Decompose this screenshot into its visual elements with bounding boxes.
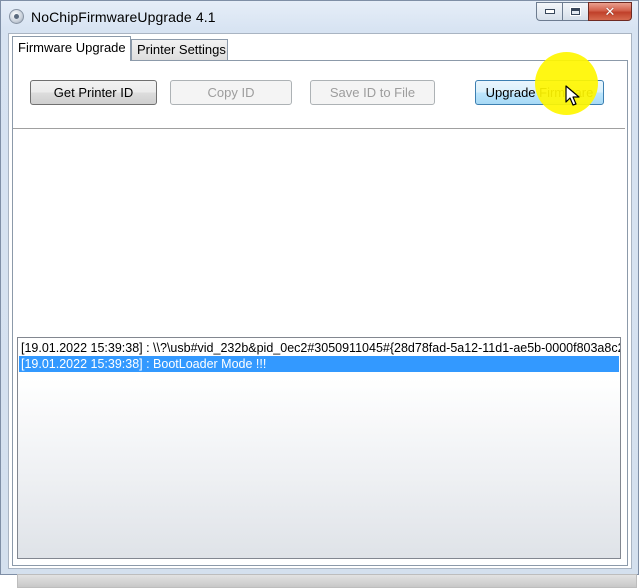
minimize-icon [544, 9, 555, 14]
close-button[interactable]: ✕ [588, 2, 632, 21]
maximize-icon [570, 7, 581, 16]
client-area: Firmware Upgrade Printer Settings Get Pr… [8, 33, 637, 588]
get-printer-id-button[interactable]: Get Printer ID [30, 80, 157, 105]
progress-bar [17, 574, 637, 588]
app-icon[interactable] [9, 9, 24, 24]
separator [13, 128, 625, 130]
window-title: NoChipFirmwareUpgrade 4.1 [31, 9, 216, 25]
save-id-to-file-button[interactable]: Save ID to File [310, 80, 435, 105]
firmware-upgrade-page: Get Printer ID Copy ID Save ID to File U… [12, 60, 637, 588]
minimize-button[interactable] [536, 2, 562, 21]
upgrade-firmware-button[interactable]: Upgrade Firmware [475, 80, 604, 105]
log-line-selected[interactable]: [19.01.2022 15:39:38] : BootLoader Mode … [19, 356, 619, 372]
maximize-button[interactable] [562, 2, 588, 21]
copy-id-button[interactable]: Copy ID [170, 80, 292, 105]
app-window: NoChipFirmwareUpgrade 4.1 ✕ Firmware Upg… [0, 0, 639, 588]
tab-printer-settings[interactable]: Printer Settings [131, 39, 228, 60]
close-icon: ✕ [604, 4, 616, 19]
caption-buttons: ✕ [536, 2, 632, 24]
log-line[interactable]: [19.01.2022 15:39:38] : \\?\usb#vid_232b… [19, 340, 620, 356]
title-bar[interactable]: NoChipFirmwareUpgrade 4.1 ✕ [1, 1, 638, 33]
tab-firmware-upgrade[interactable]: Firmware Upgrade [12, 36, 131, 61]
log-listbox[interactable]: [19.01.2022 15:39:38] : \\?\usb#vid_232b… [17, 337, 621, 559]
